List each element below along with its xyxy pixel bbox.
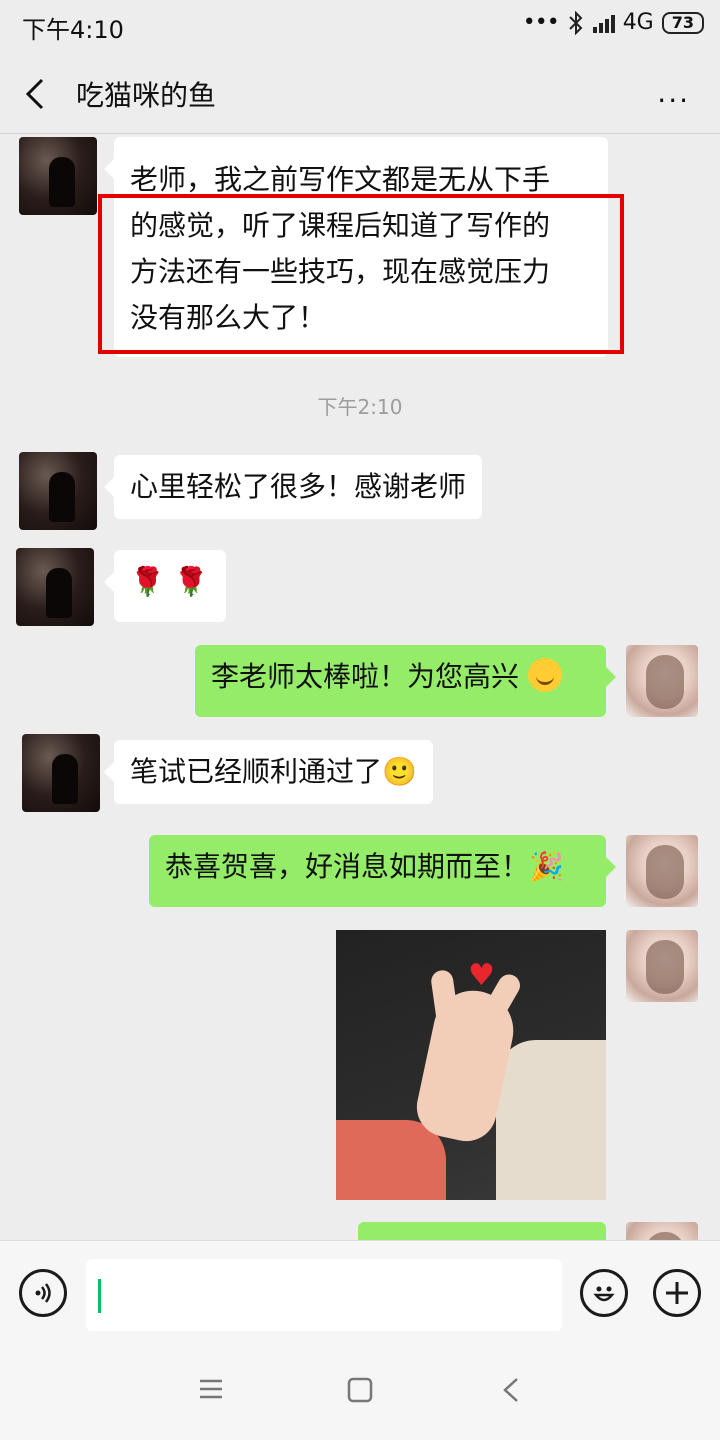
message-text: 恭喜贺喜，好消息如期而至！🎉: [165, 850, 564, 883]
back-arrow-icon[interactable]: [22, 76, 52, 112]
my-avatar[interactable]: [626, 835, 698, 907]
message-bubble-received[interactable]: 笔试已经顺利通过了🙂: [104, 740, 433, 804]
message-input[interactable]: [86, 1259, 562, 1331]
message-bubble-sent[interactable]: [358, 1222, 606, 1240]
smile-emoji-icon: [527, 658, 562, 692]
back-icon[interactable]: [500, 1376, 522, 1404]
status-bar: 下午4:10 ••• 4G 73: [0, 0, 720, 54]
voice-input-button[interactable]: [19, 1269, 67, 1317]
more-functions-button[interactable]: [653, 1269, 701, 1317]
chat-title: 吃猫咪的鱼: [76, 79, 217, 112]
contact-avatar[interactable]: [19, 137, 97, 215]
chat-area[interactable]: 老师，我之前写作文都是无从下手 的感觉，听了课程后知道了写作的 方法还有一些技巧…: [0, 135, 720, 1240]
message-timestamp: 下午2:10: [317, 395, 403, 419]
text-cursor: [98, 1279, 101, 1313]
status-time: 下午4:10: [22, 16, 124, 44]
message-text: 笔试已经顺利通过了🙂: [130, 755, 417, 788]
battery-icon: 73: [661, 11, 704, 34]
home-icon[interactable]: [346, 1376, 374, 1404]
chat-header: 吃猫咪的鱼 ...: [0, 54, 720, 134]
message-bubble-received[interactable]: 🌹 🌹: [104, 550, 226, 622]
bluetooth-icon: [568, 10, 583, 35]
photo-message-peace-sign[interactable]: ♥: [336, 930, 606, 1200]
signal-icon: [592, 13, 615, 33]
message-bubble-sent[interactable]: 李老师太棒啦！为您高兴: [195, 645, 616, 717]
emoji-icon: [593, 1286, 615, 1302]
contact-avatar[interactable]: [22, 734, 100, 812]
rose-emoji: 🌹 🌹: [130, 565, 209, 598]
my-avatar[interactable]: [626, 1222, 698, 1240]
system-nav-bar: [0, 1344, 720, 1440]
network-type: 4G: [622, 10, 654, 35]
status-icons: ••• 4G 73: [523, 10, 704, 35]
heart-icon: ♥: [468, 958, 495, 993]
emoji-button[interactable]: [580, 1269, 628, 1317]
photo-sweater: [496, 1040, 606, 1200]
message-bubble-sent[interactable]: 恭喜贺喜，好消息如期而至！🎉: [149, 835, 616, 907]
contact-avatar[interactable]: [16, 548, 94, 626]
notification-dots-icon: •••: [522, 10, 560, 35]
message-text: 李老师太棒啦！为您高兴: [211, 660, 520, 693]
highlight-box: [98, 194, 624, 354]
my-avatar[interactable]: [626, 930, 698, 1002]
voice-icon: [35, 1283, 51, 1303]
plus-icon: [666, 1282, 688, 1304]
input-bar: [0, 1240, 720, 1344]
message-bubble-received[interactable]: 心里轻松了很多！感谢老师: [103, 455, 483, 519]
my-avatar[interactable]: [626, 645, 698, 717]
message-text: 心里轻松了很多！感谢老师: [130, 470, 467, 503]
menu-icon[interactable]: [198, 1376, 224, 1402]
more-options-icon[interactable]: ...: [657, 76, 690, 109]
contact-avatar[interactable]: [19, 452, 97, 530]
